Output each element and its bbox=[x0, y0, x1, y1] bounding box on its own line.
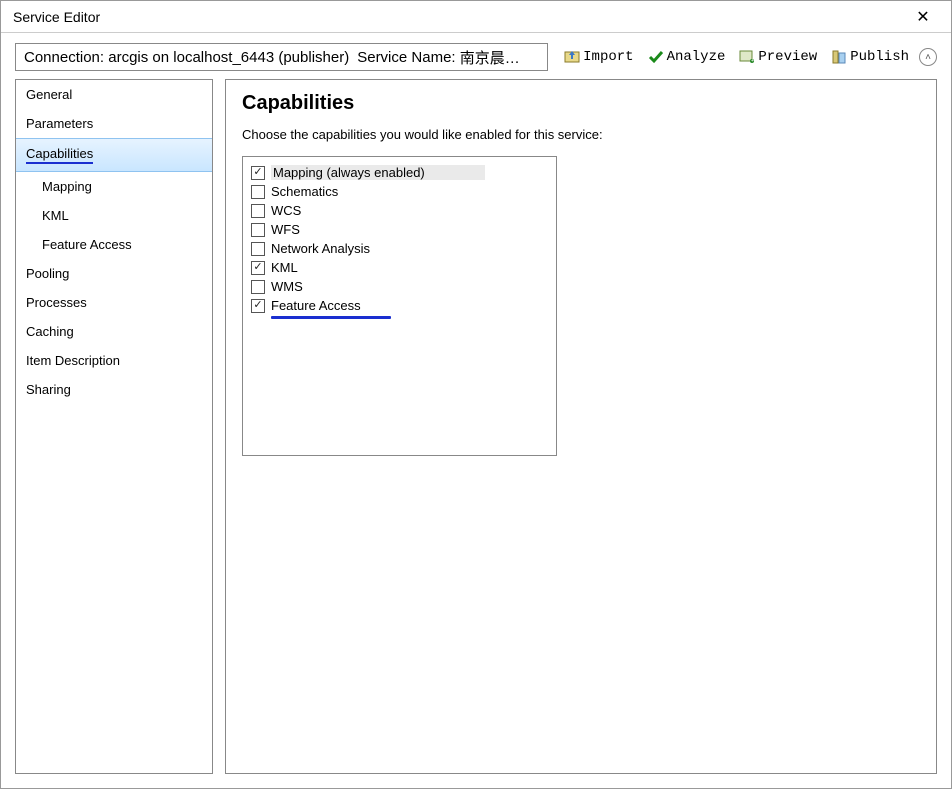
sidebar-item-label: Mapping bbox=[42, 179, 92, 194]
checkbox-icon bbox=[251, 242, 265, 256]
import-label: Import bbox=[583, 50, 633, 64]
sidebar-item-caching[interactable]: Caching bbox=[16, 317, 212, 346]
import-button[interactable]: Import bbox=[560, 47, 637, 67]
sidebar-item-label: Parameters bbox=[26, 116, 93, 131]
sidebar-item-sharing[interactable]: Sharing bbox=[16, 375, 212, 404]
body-area: General Parameters Capabilities Mapping … bbox=[1, 79, 951, 788]
capabilities-list: Mapping (always enabled) Schematics WCS … bbox=[242, 156, 557, 456]
capability-row-schematics[interactable]: Schematics bbox=[251, 182, 548, 201]
sidebar-item-label: Pooling bbox=[26, 266, 69, 281]
sidebar-item-label: Item Description bbox=[26, 353, 120, 368]
titlebar: Service Editor ✕ bbox=[1, 1, 951, 33]
chevron-up-icon: ˄ bbox=[925, 52, 931, 63]
preview-label: Preview bbox=[758, 50, 817, 64]
checkbox-icon bbox=[251, 223, 265, 237]
capability-row-wcs[interactable]: WCS bbox=[251, 201, 548, 220]
checkbox-icon bbox=[251, 280, 265, 294]
sidebar-item-label: Caching bbox=[26, 324, 74, 339]
analyze-button[interactable]: Analyze bbox=[644, 47, 730, 67]
capability-label: Schematics bbox=[271, 184, 338, 199]
connection-label: Connection: bbox=[24, 49, 104, 66]
preview-icon: + bbox=[739, 49, 755, 65]
capability-row-kml[interactable]: KML bbox=[251, 258, 548, 277]
connection-info-box: Connection: arcgis on localhost_6443 (pu… bbox=[15, 43, 548, 71]
sidebar-item-item-description[interactable]: Item Description bbox=[16, 346, 212, 375]
sidebar-item-label: KML bbox=[42, 208, 69, 223]
sidebar-item-general[interactable]: General bbox=[16, 80, 212, 109]
sidebar-item-parameters[interactable]: Parameters bbox=[16, 109, 212, 138]
page-title: Capabilities bbox=[242, 92, 920, 115]
capability-label: WMS bbox=[271, 279, 303, 294]
svg-text:+: + bbox=[751, 58, 754, 64]
capability-label: Network Analysis bbox=[271, 241, 370, 256]
sidebar-item-label: Capabilities bbox=[26, 146, 93, 164]
annotation-underline bbox=[271, 316, 391, 319]
publish-button[interactable]: Publish bbox=[827, 47, 913, 67]
capability-label: KML bbox=[271, 260, 298, 275]
sidebar-item-capabilities[interactable]: Capabilities bbox=[16, 138, 212, 172]
sidebar-item-mapping[interactable]: Mapping bbox=[16, 172, 212, 201]
capability-label: Feature Access bbox=[271, 298, 361, 313]
analyze-label: Analyze bbox=[667, 50, 726, 64]
sidebar-item-label: Processes bbox=[26, 295, 87, 310]
publish-label: Publish bbox=[850, 50, 909, 64]
toolbar: Connection: arcgis on localhost_6443 (pu… bbox=[1, 33, 951, 79]
capability-label: WFS bbox=[271, 222, 300, 237]
checkbox-icon bbox=[251, 185, 265, 199]
window-title: Service Editor bbox=[13, 9, 100, 25]
connection-value: arcgis on localhost_6443 (publisher) bbox=[108, 49, 349, 66]
sidebar-item-label: Sharing bbox=[26, 382, 71, 397]
publish-icon bbox=[831, 49, 847, 65]
checkbox-icon bbox=[251, 204, 265, 218]
import-icon bbox=[564, 49, 580, 65]
service-editor-window: Service Editor ✕ Connection: arcgis on l… bbox=[0, 0, 952, 789]
capability-row-network-analysis[interactable]: Network Analysis bbox=[251, 239, 548, 258]
preview-button[interactable]: + Preview bbox=[735, 47, 821, 67]
check-icon bbox=[648, 49, 664, 65]
capability-label: Mapping (always enabled) bbox=[271, 165, 485, 180]
toolbar-buttons: Import Analyze + Preview Publish bbox=[560, 47, 937, 67]
close-button[interactable]: ✕ bbox=[903, 1, 943, 33]
sidebar: General Parameters Capabilities Mapping … bbox=[15, 79, 213, 774]
checkbox-icon bbox=[251, 299, 265, 313]
sidebar-item-processes[interactable]: Processes bbox=[16, 288, 212, 317]
page-description: Choose the capabilities you would like e… bbox=[242, 127, 920, 142]
checkbox-icon bbox=[251, 166, 265, 180]
capability-row-feature-access[interactable]: Feature Access bbox=[251, 296, 548, 315]
checkbox-icon bbox=[251, 261, 265, 275]
capability-row-wfs[interactable]: WFS bbox=[251, 220, 548, 239]
close-icon: ✕ bbox=[916, 7, 929, 27]
capability-label: WCS bbox=[271, 203, 301, 218]
sidebar-item-pooling[interactable]: Pooling bbox=[16, 259, 212, 288]
sidebar-item-feature-access[interactable]: Feature Access bbox=[16, 230, 212, 259]
capability-row-wms[interactable]: WMS bbox=[251, 277, 548, 296]
capability-row-mapping[interactable]: Mapping (always enabled) bbox=[251, 163, 548, 182]
service-name-value: 南京晨… bbox=[460, 47, 520, 68]
main-panel: Capabilities Choose the capabilities you… bbox=[225, 79, 937, 774]
collapse-toggle[interactable]: ˄ bbox=[919, 48, 937, 66]
service-name-label: Service Name: bbox=[357, 49, 455, 66]
sidebar-item-label: General bbox=[26, 87, 72, 102]
sidebar-item-kml[interactable]: KML bbox=[16, 201, 212, 230]
sidebar-item-label: Feature Access bbox=[42, 237, 132, 252]
